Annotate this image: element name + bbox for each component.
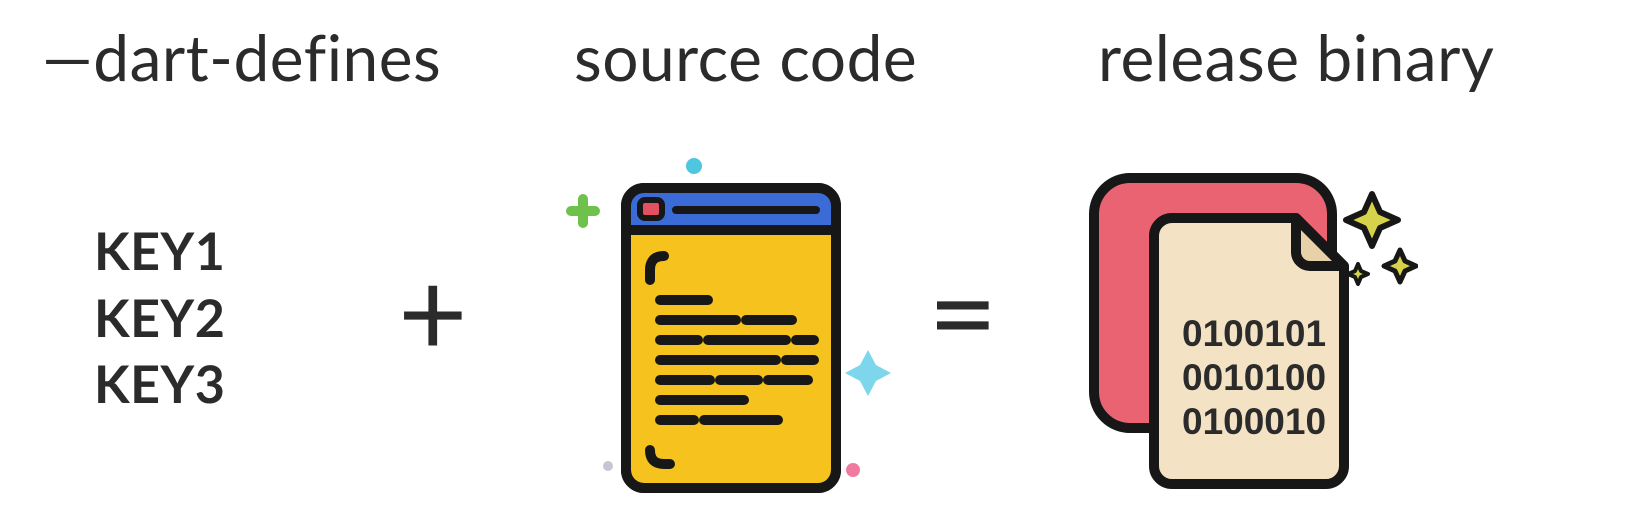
sparkle-dot-icon — [686, 158, 702, 174]
heading-dart-defines: —dart-defines — [42, 18, 441, 95]
key-item: KEY1 — [94, 218, 225, 285]
sparkle-dot-icon — [603, 461, 613, 471]
binary-line: 0100101 — [1182, 313, 1326, 354]
diagram-canvas: —dart-defines source code release binary… — [0, 0, 1640, 518]
sparkle-dot-icon — [846, 463, 860, 477]
binary-line: 0100010 — [1182, 401, 1326, 442]
sparkle-cyan-icon — [845, 350, 891, 396]
key-item: KEY2 — [94, 285, 225, 352]
heading-release-binary: release binary — [1098, 18, 1494, 95]
keys-list: KEY1 KEY2 KEY3 — [94, 218, 225, 418]
heading-source-code: source code — [574, 18, 917, 95]
key-item: KEY3 — [94, 351, 225, 418]
sparkle-green-icon — [566, 194, 600, 228]
equals-operator: = — [928, 250, 998, 370]
release-binary-icon: 0100101 0010100 0100010 — [1058, 150, 1418, 510]
source-code-icon — [548, 150, 908, 510]
plus-operator: + — [398, 250, 468, 370]
binary-line: 0010100 — [1182, 357, 1326, 398]
sparkle-yellow-icon — [1346, 194, 1416, 284]
